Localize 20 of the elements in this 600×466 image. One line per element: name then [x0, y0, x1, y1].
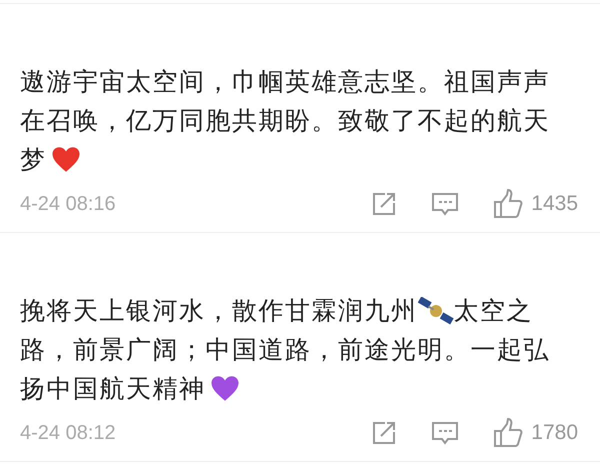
- comment-text: 梦: [20, 144, 46, 174]
- share-button[interactable]: [371, 191, 398, 217]
- satellite-icon: [418, 296, 454, 324]
- thumbs-up-icon: [493, 189, 524, 219]
- comment-text: 太空之: [454, 296, 533, 326]
- like-button[interactable]: 1780: [493, 418, 578, 448]
- comment-text: 挽将天上银河水，散作甘霖润九州: [20, 296, 418, 326]
- share-button[interactable]: [371, 420, 398, 446]
- comment-text: 路，前景广阔；中国道路，前途光明。一起弘: [20, 334, 550, 364]
- comment-button[interactable]: [431, 420, 460, 446]
- comment-text: 遨游宇宙太空间，巾帼英雄意志坚。祖国声声: [20, 66, 550, 96]
- comment-time: 4-24 08:12: [20, 422, 117, 444]
- like-button[interactable]: 1435: [493, 189, 578, 219]
- heart-icon: [210, 375, 240, 402]
- comment-time: 4-24 08:16: [20, 192, 117, 216]
- comment-button[interactable]: [431, 191, 460, 217]
- thumbs-up-icon: [493, 418, 524, 448]
- comment-text: 在召唤，亿万同胞共期盼。致敬了不起的航天: [20, 106, 550, 136]
- comment-text: 扬中国航天精神: [20, 374, 206, 404]
- heart-icon: [50, 146, 80, 173]
